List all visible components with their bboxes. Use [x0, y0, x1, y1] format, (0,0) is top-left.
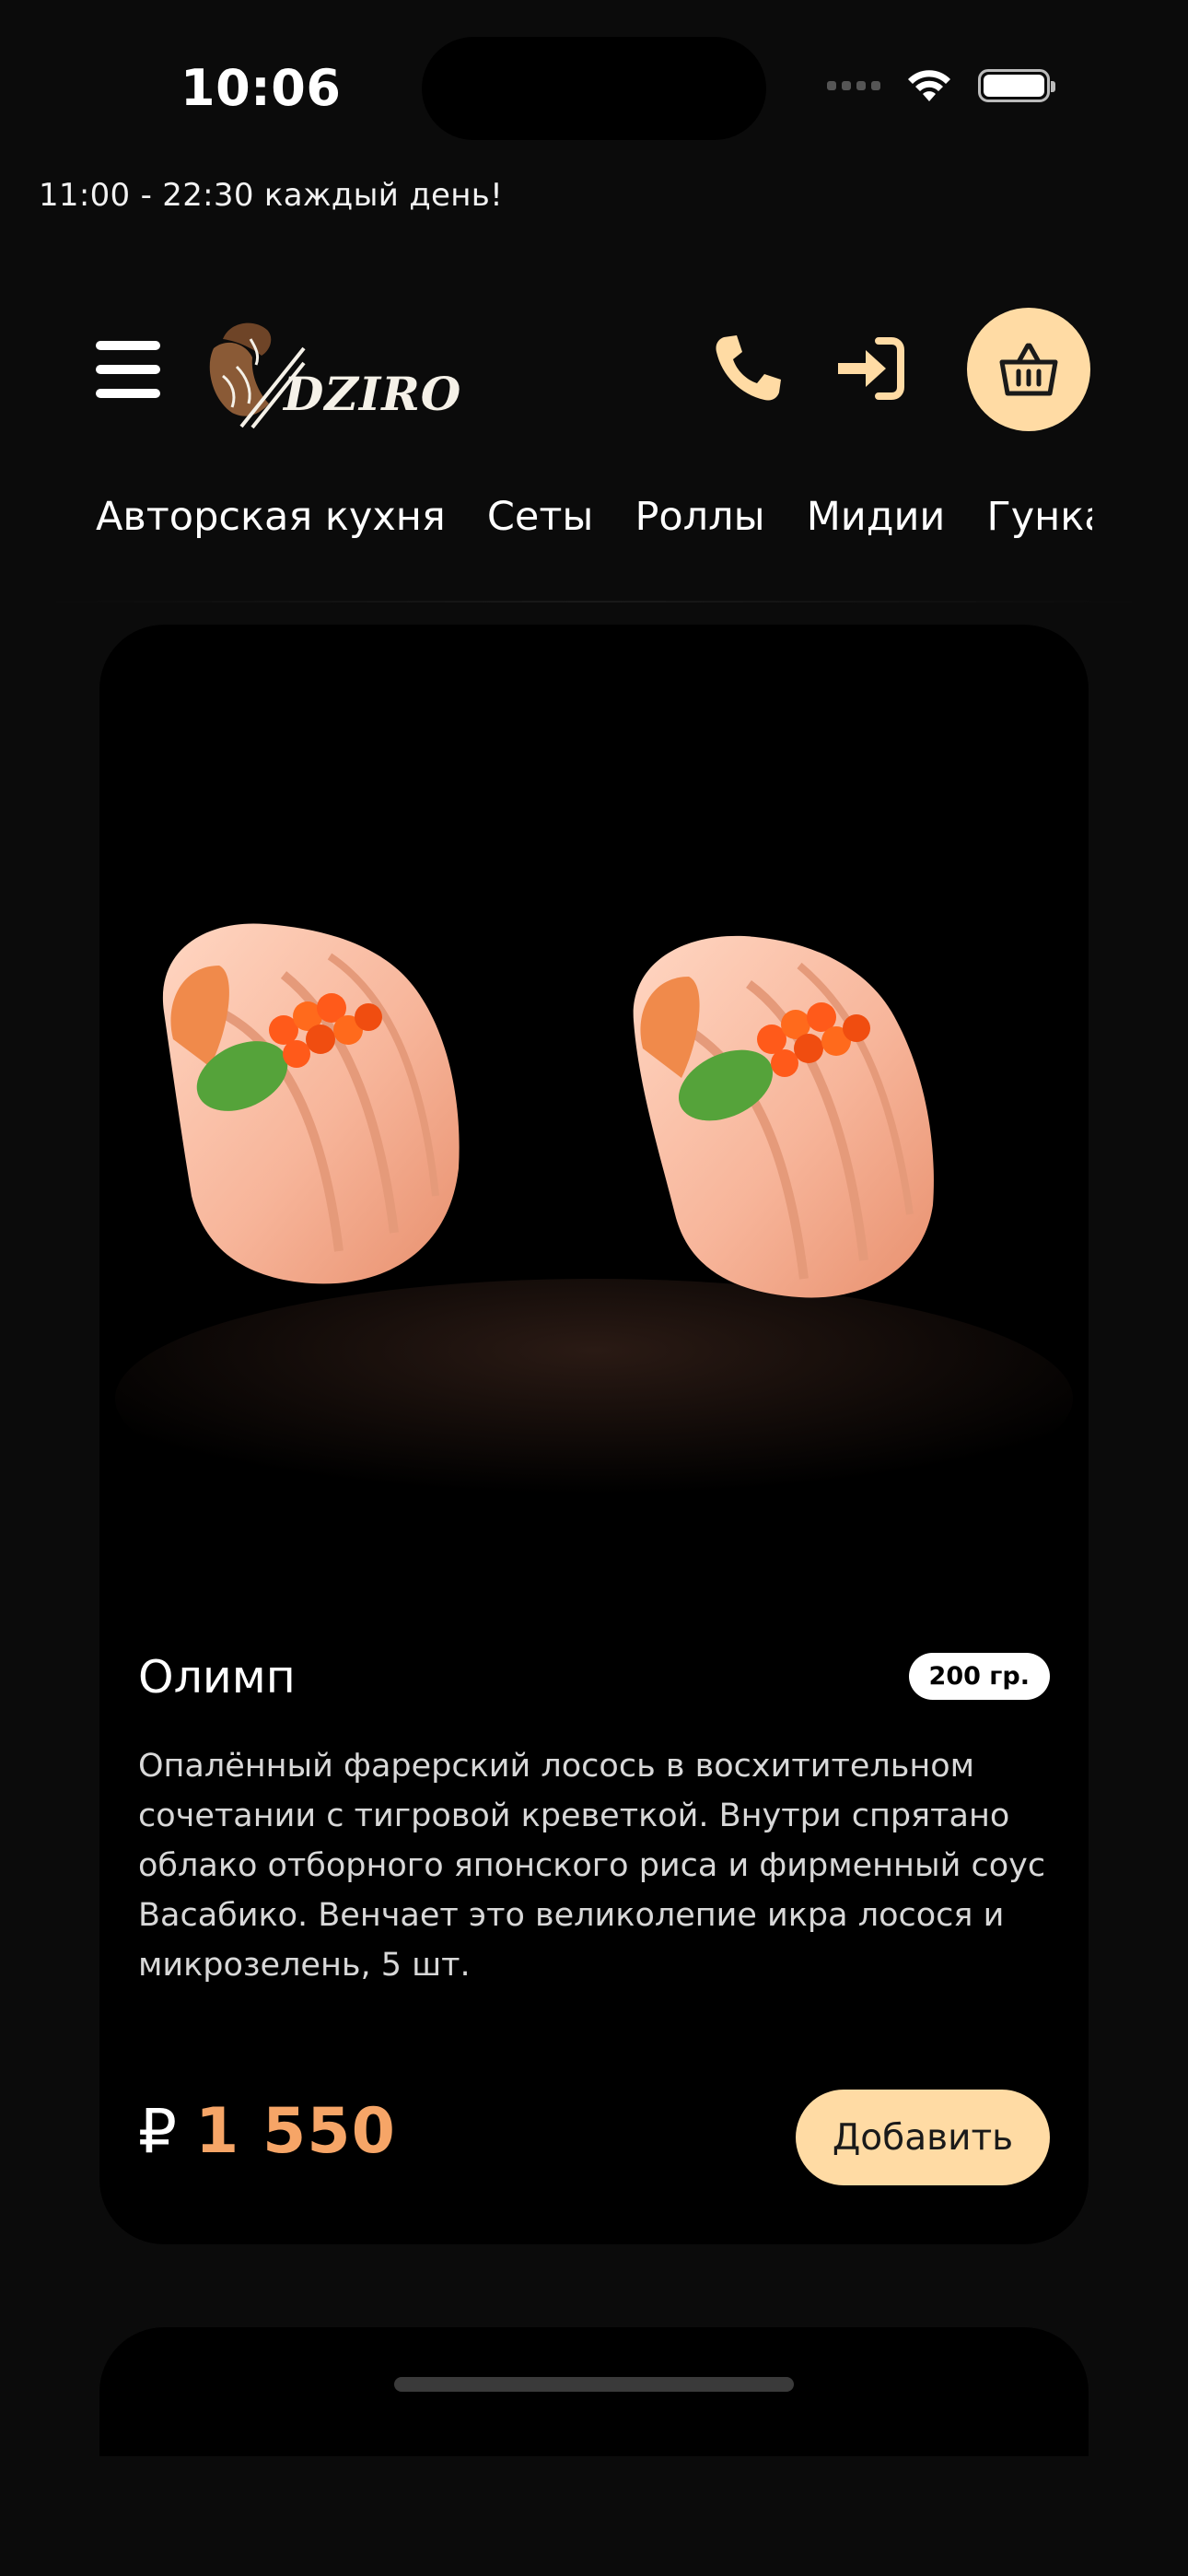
price-row: ₽ 1 550	[138, 2095, 396, 2168]
logo-text: DZIRO	[284, 367, 462, 421]
add-to-cart-button[interactable]: Добавить	[796, 2090, 1050, 2185]
tab-author-cuisine[interactable]: Авторская кухня	[96, 494, 446, 540]
tab-rolls[interactable]: Роллы	[635, 494, 764, 540]
logo[interactable]: DZIRO	[195, 311, 460, 440]
cellular-signal-icon	[827, 81, 880, 90]
working-hours: 11:00 - 22:30 каждый день!	[39, 177, 504, 214]
battery-icon	[978, 69, 1055, 102]
weight-badge: 200 гр.	[908, 1653, 1050, 1700]
product-price: 1 550	[195, 2095, 396, 2168]
status-time: 10:06	[181, 59, 342, 117]
tab-mussels[interactable]: Мидии	[807, 494, 946, 540]
header: DZIRO	[0, 295, 1188, 442]
basket-icon	[999, 343, 1058, 396]
tabs-divider	[37, 601, 1151, 603]
next-product-card[interactable]	[99, 2327, 1089, 2456]
dynamic-island	[422, 37, 766, 140]
ruble-icon: ₽	[138, 2096, 177, 2167]
product-image[interactable]	[99, 735, 1089, 1620]
home-indicator[interactable]	[394, 2377, 794, 2392]
product-description: Опалённый фарерский лосось в восхититель…	[138, 1748, 1046, 1984]
phone-icon[interactable]	[711, 332, 785, 405]
product-card: Олимп 200 гр. Опалённый фарерский лосось…	[99, 625, 1089, 2244]
status-bar: 10:06	[0, 0, 1188, 175]
cart-button[interactable]	[967, 308, 1090, 431]
login-icon[interactable]	[833, 332, 906, 405]
tab-sets[interactable]: Сеты	[487, 494, 593, 540]
tab-gunkans[interactable]: Гунканы	[986, 494, 1092, 540]
product-title: Олимп	[138, 1651, 296, 1704]
category-tabs: Авторская кухня Сеты Роллы Мидии Гунканы	[96, 494, 1092, 549]
wifi-icon	[908, 70, 950, 101]
menu-icon[interactable]	[96, 341, 160, 398]
status-icons	[827, 68, 1055, 103]
